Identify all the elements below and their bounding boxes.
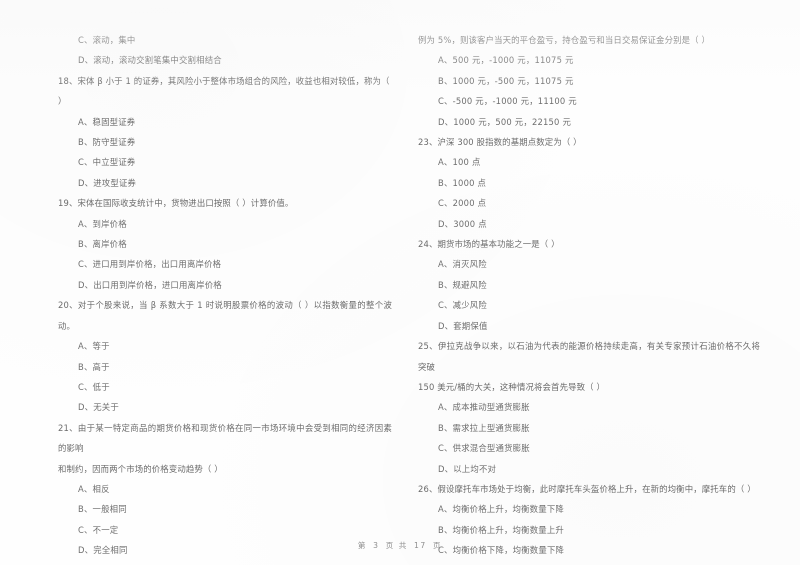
question-21-stem: 21、由于某一特定商品的期货价格和现货价格在同一市场环境中会受到相同的经济因素的…: [58, 422, 392, 454]
question-20-option-a: A、等于: [78, 341, 110, 352]
question-26-stem: 26、假设摩托车市场处于均衡，此时摩托车头盔价格上升，在新的均衡中，摩托车的（ …: [418, 483, 756, 494]
question-21-option-b: B、一般相同: [78, 504, 127, 515]
right-column: 例为 5%，则该客户当天的平仓盈亏，持仓盈亏和当日交易保证金分别是（ ） A、5…: [400, 30, 800, 555]
two-column-body: C、滚动，集中 D、滚动，滚动交割笔集中交割相结合 18、宋体 β 小于 1 的…: [0, 30, 800, 555]
question-26-option-a: A、均衡价格上升，均衡数量下降: [438, 504, 564, 515]
question-26: 26、假设摩托车市场处于均衡，此时摩托车头盔价格上升，在新的均衡中，摩托车的（ …: [418, 479, 760, 565]
question-26-option-d: D、均衡价格下降，均衡数量上升: [418, 561, 760, 565]
question-25: 25、伊拉克战争以来，以石油为代表的能源价格持续走高，有关专家预计石油价格不久将…: [418, 336, 760, 479]
footer-prefix: 第: [357, 541, 368, 550]
question-18-stem: 18、宋体 β 小于 1 的证券，其风险小于整体市场组合的风险，收益也相对较低，…: [58, 75, 390, 86]
question-18-option-a: A、稳固型证券: [78, 116, 136, 127]
question-24: 24、期货市场的基本功能之一是（ ） A、消灭风险 B、规避风险 C、减少风险 …: [418, 234, 760, 336]
question-22-option-b: B、1000 元，-500 元，11075 元: [438, 75, 574, 86]
question-19-option-a: A、到岸价格: [78, 218, 127, 229]
page-footer: 第 3 页 共 17 页: [0, 540, 800, 551]
question-21-stem-wrap: 和制约，因而两个市场的价格变动趋势（ ）: [58, 463, 223, 474]
question-18: 18、宋体 β 小于 1 的证券，其风险小于整体市场组合的风险，收益也相对较低，…: [58, 71, 392, 193]
question-24-option-d: D、套期保值: [438, 320, 488, 331]
question-19-option-c: C、进口用到岸价格，出口用离岸价格: [78, 259, 222, 270]
question-20-stem: 20、对于个股来说，当 β 系数大于 1 时说明股票价格的波动（ ）以指数衡量的…: [58, 300, 392, 331]
question-18-option-c: C、中立型证券: [78, 157, 136, 168]
question-19-option-d: D、出口用到岸价格，进口用离岸价格: [78, 279, 222, 290]
question-25-option-c: C、供求混合型通货膨胀: [438, 443, 530, 454]
question-22-stem: 22、6 月 5 日，某客户在大连商品交易所开仓买进 7 月份玉米期货合约 20…: [58, 561, 392, 565]
carryover-option-c: C、滚动，集中: [78, 35, 136, 45]
footer-total-pages: 17: [414, 541, 427, 550]
question-25-option-d: D、以上均不对: [438, 463, 497, 474]
question-22-option-d: D、1000 元，500 元，22150 元: [438, 116, 572, 127]
question-24-option-b: B、规避风险: [438, 279, 487, 290]
question-23-option-d: D、3000 点: [438, 218, 487, 229]
question-25-stem-wrap: 150 美元/桶的大关，这种情况将会首先导致（ ）: [418, 381, 606, 392]
footer-suffix: 页: [432, 541, 443, 550]
question-19: 19、宋体在国际收支统计中，货物进出口按照（ ）计算价值。 A、到岸价格 B、离…: [58, 193, 392, 295]
question-22-option-c: C、-500 元，-1000 元，11100 元: [438, 96, 577, 107]
question-25-option-b: B、需求拉上型通货膨胀: [438, 422, 530, 433]
footer-middle: 页 共: [385, 541, 408, 550]
question-23-stem: 23、沪深 300 股指数的基期点数定为（ ）: [418, 137, 582, 148]
question-19-stem: 19、宋体在国际收支统计中，货物进出口按照（ ）计算价值。: [58, 198, 294, 209]
footer-current-page: 3: [373, 541, 380, 550]
question-20-option-b: B、高于: [78, 361, 110, 372]
question-23-option-c: C、2000 点: [438, 198, 487, 209]
question-24-stem: 24、期货市场的基本功能之一是（ ）: [418, 239, 560, 250]
question-24-option-c: C、减少风险: [438, 300, 487, 311]
question-20-option-c: C、低于: [78, 381, 110, 392]
question-23: 23、沪深 300 股指数的基期点数定为（ ） A、100 点 B、1000 点…: [418, 132, 760, 234]
left-column: C、滚动，集中 D、滚动，滚动交割笔集中交割相结合 18、宋体 β 小于 1 的…: [0, 30, 400, 555]
carryover-option-d: D、滚动，滚动交割笔集中交割相结合: [78, 55, 222, 66]
question-20-option-d: D、无关于: [78, 402, 119, 413]
question-23-option-b: B、1000 点: [438, 177, 487, 188]
question-23-option-a: A、100 点: [438, 157, 481, 168]
question-18-option-b: B、防守型证券: [78, 137, 136, 148]
question-26-option-b: B、均衡价格上升，均衡数量上升: [438, 524, 564, 535]
question-22-continued: 例为 5%，则该客户当天的平仓盈亏，持仓盈亏和当日交易保证金分别是（ ） A、5…: [418, 30, 760, 132]
question-18-option-d: D、进攻型证券: [78, 177, 137, 188]
question-22-option-a: A、500 元，-1000 元，11075 元: [438, 55, 574, 66]
scanned-page: C、滚动，集中 D、滚动，滚动交割笔集中交割相结合 18、宋体 β 小于 1 的…: [0, 0, 800, 565]
question-21-option-a: A、相反: [78, 483, 110, 494]
question-25-option-a: A、成本推动型通货膨胀: [438, 402, 530, 413]
question-20: 20、对于个股来说，当 β 系数大于 1 时说明股票价格的波动（ ）以指数衡量的…: [58, 295, 392, 417]
question-18-stem-wrap: ）: [58, 96, 67, 107]
question-19-option-b: B、离岸价格: [78, 239, 127, 250]
question-25-stem: 25、伊拉克战争以来，以石油为代表的能源价格持续走高，有关专家预计石油价格不久将…: [418, 341, 760, 372]
question-22: 22、6 月 5 日，某客户在大连商品交易所开仓买进 7 月份玉米期货合约 20…: [58, 561, 392, 565]
question-21-option-c: C、不一定: [78, 524, 119, 535]
question-24-option-a: A、消灭风险: [438, 259, 487, 270]
question-22-stem-continued: 例为 5%，则该客户当天的平仓盈亏，持仓盈亏和当日交易保证金分别是（ ）: [418, 35, 711, 45]
